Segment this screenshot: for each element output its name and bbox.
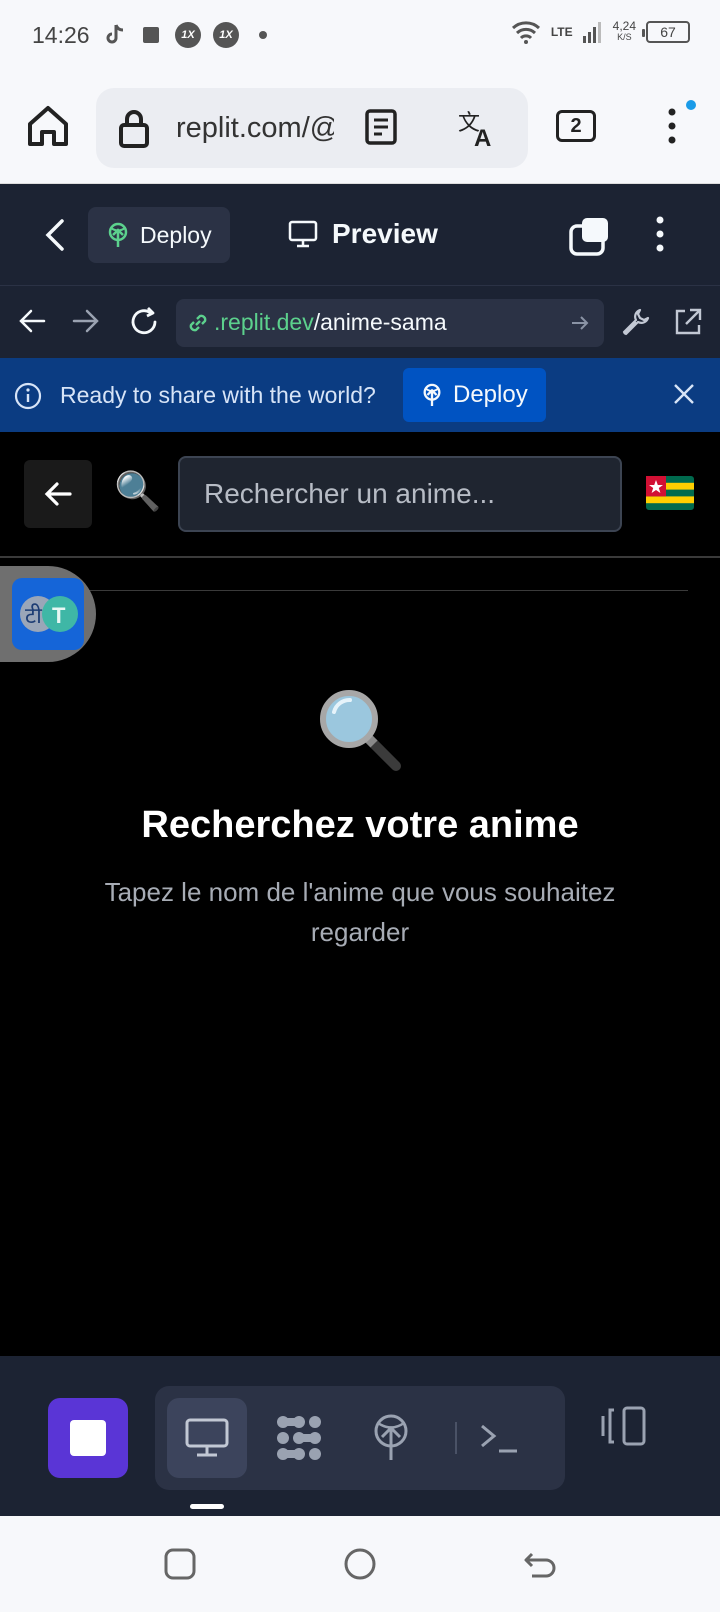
update-notification-dot <box>686 100 696 110</box>
more-options-icon[interactable] <box>650 214 670 254</box>
browser-menu-icon[interactable] <box>660 102 684 150</box>
floating-translate-bubble[interactable]: टी T <box>0 566 96 662</box>
battery-level: 67 <box>660 24 676 40</box>
preview-tab-label: Preview <box>332 218 438 249</box>
open-external-icon[interactable] <box>672 306 704 338</box>
info-icon <box>14 382 42 410</box>
results-divider <box>30 590 688 591</box>
translate-app-icon: टी T <box>12 578 84 650</box>
tool-group <box>155 1386 565 1490</box>
go-arrow-icon[interactable] <box>570 313 590 333</box>
recents-icon[interactable] <box>162 1546 198 1582</box>
togo-flag-icon[interactable] <box>646 476 694 510</box>
monitor-icon <box>288 220 318 248</box>
network-type: LTE <box>550 25 573 39</box>
system-navigation-bar <box>0 1516 720 1612</box>
webview-url-path: /anime-sama <box>313 309 447 335</box>
deploy-banner: Ready to share with the world? Deploy <box>0 358 720 432</box>
deploy-icon <box>108 222 128 247</box>
close-icon[interactable] <box>672 382 696 406</box>
stop-square-icon <box>139 23 163 47</box>
network-speed: 4,24 K/S <box>612 19 636 43</box>
translate-icon[interactable]: 文 A <box>456 106 500 150</box>
tool-shell[interactable] <box>459 1398 539 1478</box>
banner-message: Ready to share with the world? <box>60 382 376 408</box>
signal-icon <box>582 22 601 43</box>
deploy-button-label: Deploy <box>140 221 212 248</box>
lock-icon[interactable] <box>118 108 150 148</box>
replit-bottom-toolbar <box>0 1356 720 1516</box>
banner-deploy-label: Deploy <box>453 381 528 408</box>
network-speed-unit: K/S <box>617 32 632 42</box>
status-bar: 14:26 1X 1X LTE 4,24 K/S 67 <box>0 0 720 72</box>
tool-extensions[interactable] <box>259 1398 339 1478</box>
app-1x-icon: 1X <box>175 22 201 48</box>
deploy-icon <box>374 1414 408 1460</box>
tiktok-icon <box>103 23 127 47</box>
status-right-icons: LTE 4,24 K/S 67 <box>511 20 690 44</box>
webview-url-bar: .replit.dev/anime-sama <box>0 286 720 358</box>
battery-icon: 67 <box>642 21 690 43</box>
tool-preview[interactable] <box>167 1398 247 1478</box>
status-time: 14:26 <box>32 22 90 48</box>
tool-separator <box>455 1422 457 1454</box>
stop-icon <box>70 1420 106 1456</box>
home-icon[interactable] <box>24 102 72 150</box>
replit-header: Deploy Preview <box>0 184 720 286</box>
webview-url[interactable]: .replit.dev/anime-sama <box>214 309 447 336</box>
translate-letter-devanagari: टी <box>25 603 42 629</box>
extensions-icon <box>277 1416 321 1460</box>
webview-url-field[interactable]: .replit.dev/anime-sama <box>176 299 604 347</box>
preview-icon <box>185 1418 229 1457</box>
app-1x-icon-2: 1X <box>213 22 239 48</box>
back-arrow-icon <box>44 482 72 506</box>
forward-arrow-icon[interactable] <box>72 306 100 336</box>
banner-deploy-button[interactable]: Deploy <box>403 368 546 422</box>
windows-icon[interactable] <box>568 216 612 256</box>
app-back-button[interactable] <box>24 460 92 528</box>
reload-icon[interactable] <box>128 306 160 338</box>
link-icon <box>189 314 207 332</box>
magnifier-emoji-icon: 🔍 <box>114 471 162 513</box>
reader-mode-icon[interactable] <box>364 108 398 146</box>
more-notifications-dot-icon <box>251 23 275 47</box>
anime-search-input[interactable] <box>178 456 622 532</box>
tab-switcher-button[interactable]: 2 <box>556 110 596 142</box>
stop-button[interactable] <box>48 1398 128 1478</box>
status-notification-icons: 1X 1X <box>103 22 275 48</box>
wifi-icon <box>511 21 540 44</box>
app-preview: 🔍 टी T Recherchez votre anime Tapez le n… <box>0 432 720 1356</box>
translate-letter-latin: T <box>52 603 66 628</box>
browser-address-bar[interactable]: replit.com/@ 文 A <box>96 88 528 168</box>
home-circle-icon[interactable] <box>342 1546 378 1582</box>
svg-text:A: A <box>474 125 491 150</box>
browser-toolbar: replit.com/@ 文 A 2 <box>0 72 720 184</box>
layout-panels-icon[interactable] <box>600 1406 648 1446</box>
empty-state-subtitle: Tapez le nom de l'anime que vous souhait… <box>104 877 616 947</box>
devtools-wrench-icon[interactable] <box>620 306 652 338</box>
magnifier-icon <box>320 690 401 771</box>
network-speed-value: 4,24 <box>612 19 636 33</box>
tool-deployments[interactable] <box>351 1398 431 1478</box>
deploy-icon <box>423 383 441 406</box>
browser-url[interactable]: replit.com/@ <box>176 112 334 145</box>
back-chevron-icon[interactable] <box>42 218 68 252</box>
tab-preview[interactable]: Preview <box>288 218 438 250</box>
shell-icon <box>481 1424 517 1453</box>
empty-state-title: Recherchez votre anime <box>141 804 579 846</box>
header-divider <box>0 556 720 558</box>
webview-url-domain: .replit.dev <box>214 309 314 335</box>
deploy-button[interactable]: Deploy <box>88 207 230 263</box>
back-nav-icon[interactable] <box>522 1546 558 1582</box>
active-tab-indicator <box>190 1504 224 1509</box>
back-arrow-icon[interactable] <box>18 306 46 336</box>
